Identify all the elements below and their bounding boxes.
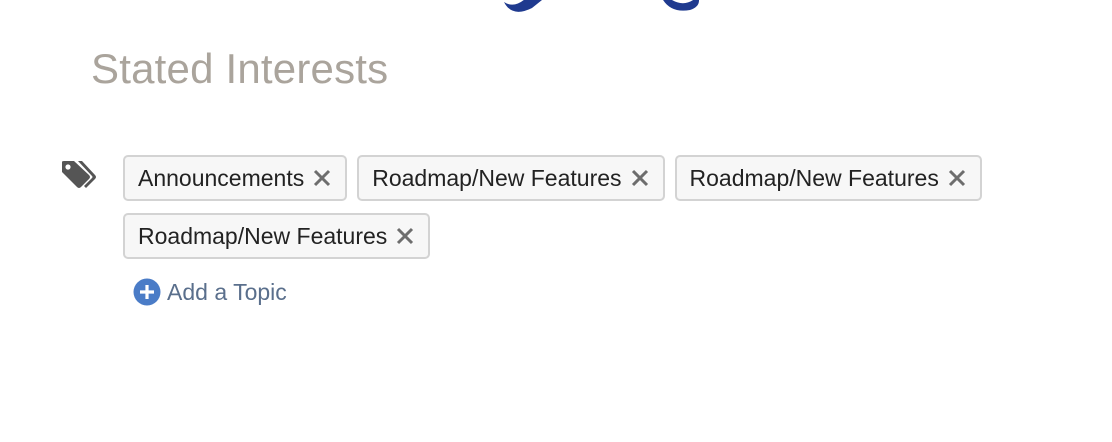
- tag-row: Roadmap/New Features: [123, 213, 1013, 259]
- plus-circle-icon: [133, 278, 161, 306]
- tag-chip[interactable]: Announcements: [123, 155, 348, 201]
- tag-chip[interactable]: Roadmap/New Features: [123, 213, 431, 259]
- tag-chip[interactable]: Roadmap/New Features: [357, 155, 665, 201]
- stated-interests-page: Stated Interests Announcements Roadmap/N…: [0, 0, 1112, 442]
- close-icon[interactable]: [310, 166, 334, 190]
- add-topic-button[interactable]: Add a Topic: [133, 278, 287, 306]
- close-icon[interactable]: [393, 224, 417, 248]
- tags-icon: [62, 161, 96, 188]
- tag-label: Roadmap/New Features: [138, 222, 388, 249]
- tag-label: Announcements: [138, 164, 305, 191]
- tag-list: Announcements Roadmap/New Features Roadm…: [123, 155, 1013, 271]
- tag-row: Announcements Roadmap/New Features Roadm…: [123, 155, 1013, 201]
- add-topic-label: Add a Topic: [167, 278, 287, 305]
- section-title: Stated Interests: [91, 45, 389, 92]
- tag-chip[interactable]: Roadmap/New Features: [674, 155, 982, 201]
- close-icon[interactable]: [628, 166, 652, 190]
- avatar-graphic-fragment: [504, 0, 699, 12]
- close-icon[interactable]: [945, 166, 969, 190]
- tag-label: Roadmap/New Features: [372, 164, 622, 191]
- tag-label: Roadmap/New Features: [689, 164, 939, 191]
